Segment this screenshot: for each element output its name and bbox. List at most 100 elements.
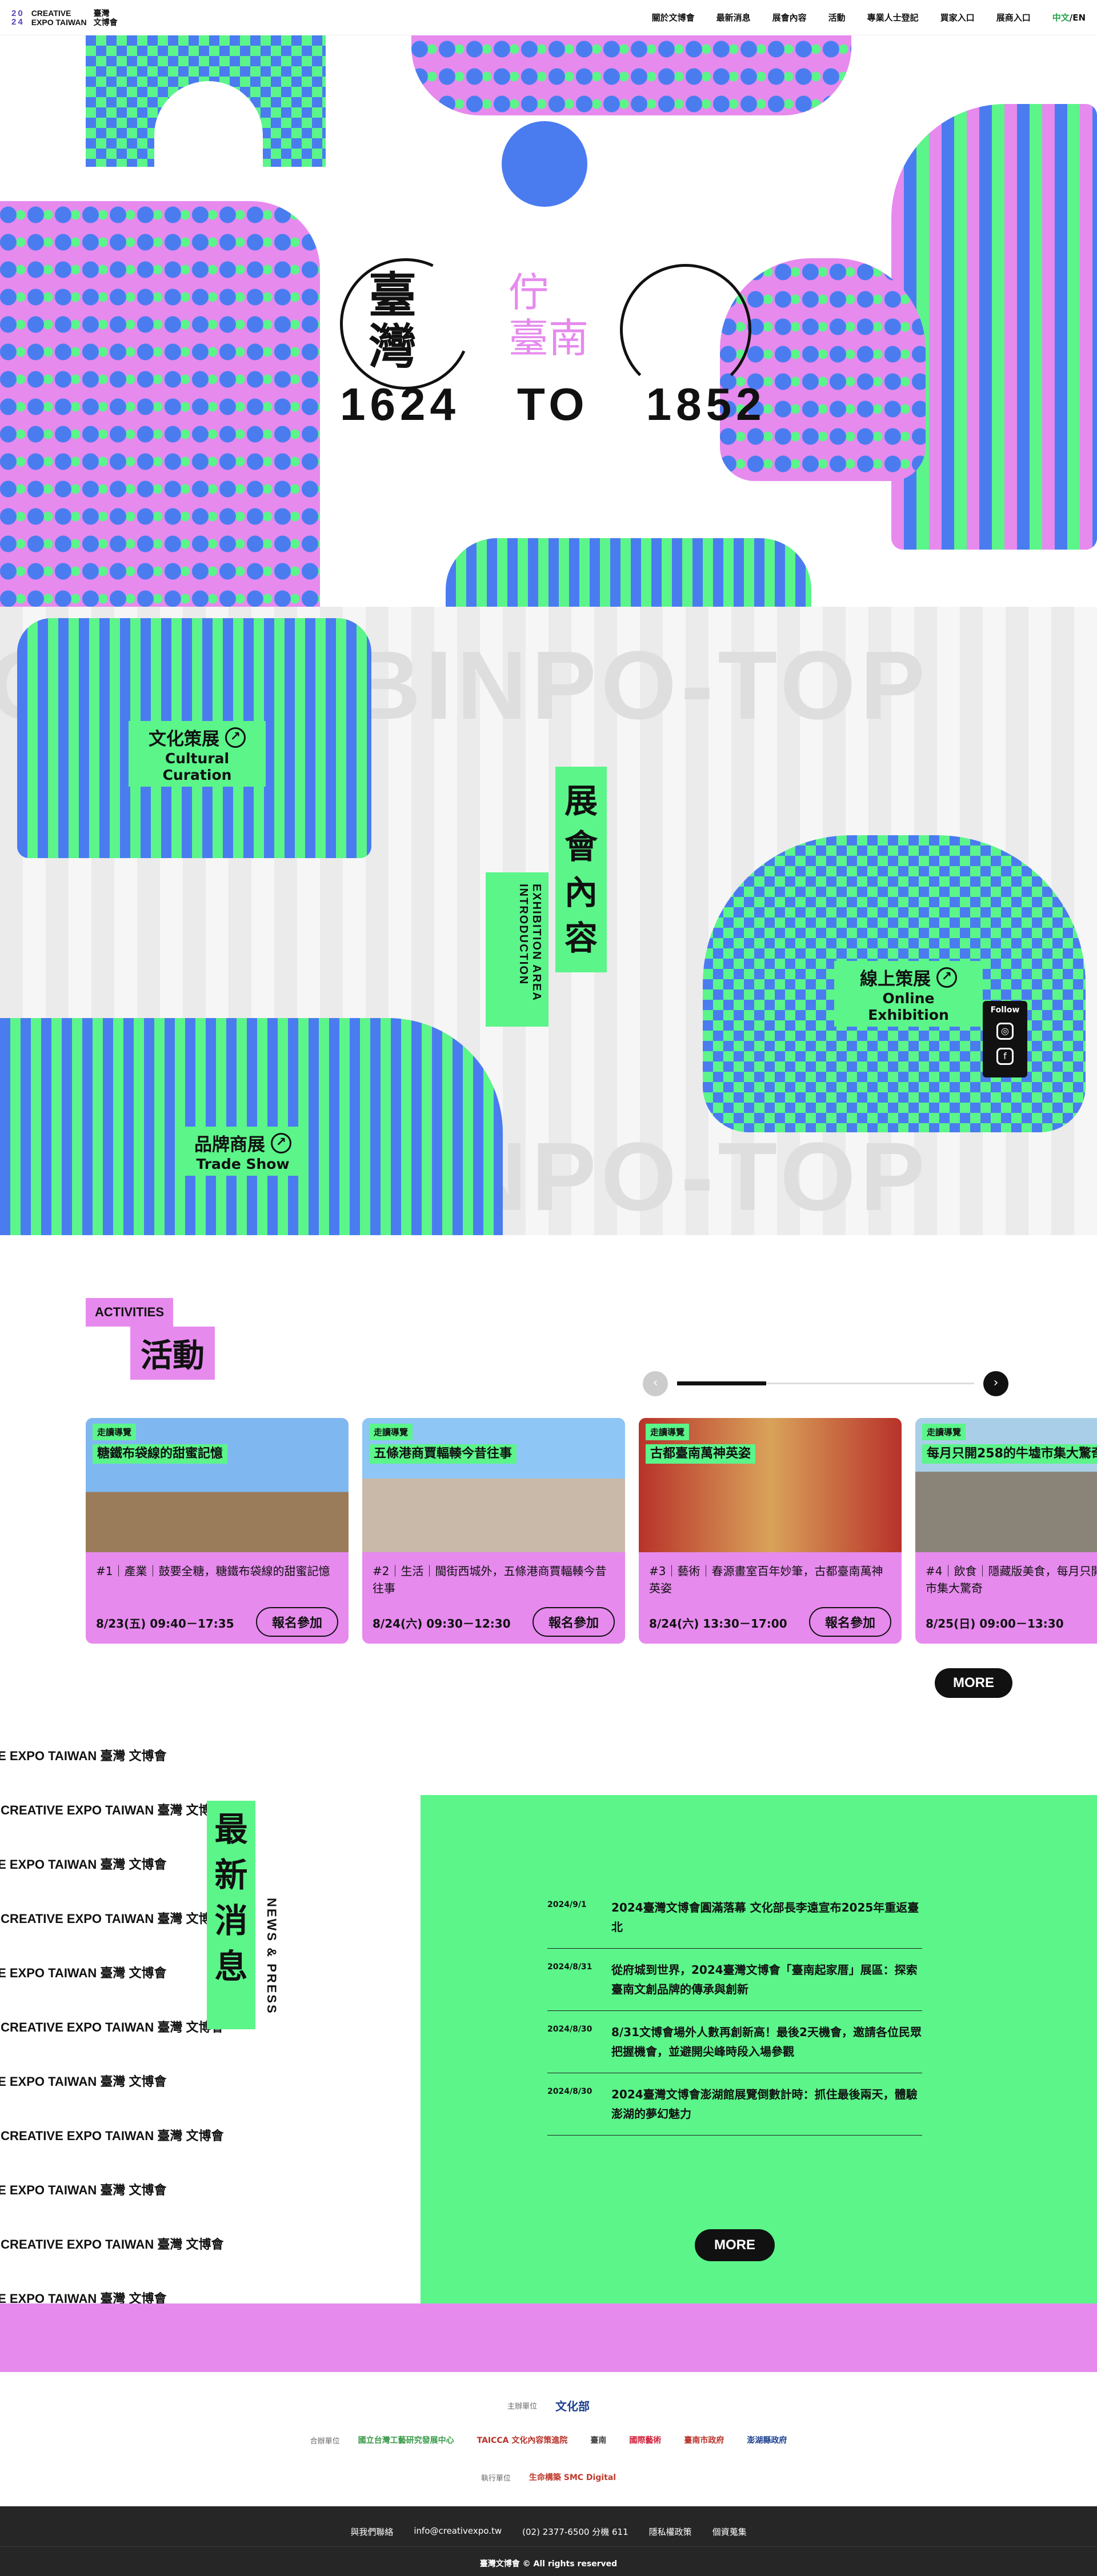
activity-card[interactable]: 走讀導覽 古都臺南萬神英姿 #3｜藝術｜春源畫室百年妙筆，古都臺南萬神英姿 8/… bbox=[639, 1418, 902, 1644]
activity-card[interactable]: 走讀導覽 每月只開258的牛墟市集大驚奇 #4｜飲食｜隱藏版美食，每月只開258… bbox=[915, 1418, 1097, 1644]
nav-professional-register[interactable]: 專業人士登記 bbox=[867, 11, 919, 23]
activity-tag: 走讀導覽 bbox=[93, 1424, 137, 1440]
news-item[interactable]: 2024/8/30 8/31文博會場外人數再創新高！最後2天機會，邀請各位民眾把… bbox=[547, 2011, 922, 2073]
logo-name: CREATIVE EXPO TAIWAN bbox=[31, 8, 87, 27]
news-section: 20 24 CREATIVE EXPO TAIWAN 臺灣 文博會 20 24 … bbox=[0, 1732, 1097, 2372]
co-host-logo[interactable]: 臺南市政府 bbox=[679, 2432, 728, 2448]
activity-card[interactable]: 走讀導覽 五條港商賈輻輳今昔往事 #2｜生活｜閩街西城外，五條港商賈輻輳今昔往事… bbox=[362, 1418, 625, 1644]
news-date: 2024/8/31 bbox=[547, 1962, 592, 1972]
nav-exhibitor-portal[interactable]: 展商入口 bbox=[996, 11, 1031, 23]
slider-prev-button[interactable]: ‹ bbox=[643, 1371, 668, 1396]
register-button[interactable]: 報名參加 bbox=[532, 1607, 615, 1637]
activity-date: 8/23(五) 09:40－17:35 bbox=[96, 1617, 234, 1630]
co-host-logo[interactable]: 國立台灣工藝研究發展中心 bbox=[354, 2432, 459, 2448]
register-button[interactable]: 報名參加 bbox=[255, 1607, 338, 1637]
slider-track[interactable] bbox=[677, 1381, 974, 1385]
activity-desc: #4｜飲食｜隱藏版美食，每月只開258的牛墟市集大驚奇 bbox=[926, 1564, 1097, 1595]
hero-section: 臺 灣 佇 臺南 1624 TO 1852 bbox=[0, 35, 1097, 607]
contact-email[interactable]: info@creativexpo.tw bbox=[414, 2526, 502, 2538]
activity-desc: #3｜藝術｜春源畫室百年妙筆，古都臺南萬神英姿 bbox=[649, 1564, 883, 1595]
cultural-curation-title: 文化策展 bbox=[149, 729, 219, 750]
year-to: TO bbox=[517, 379, 589, 430]
arrow-icon: ↗ bbox=[271, 1132, 291, 1153]
activity-image: 走讀導覽 古都臺南萬神英姿 bbox=[639, 1418, 902, 1552]
hero-cloud-top bbox=[411, 35, 851, 115]
trade-show-en: Trade Show bbox=[196, 1156, 290, 1172]
lang-cn[interactable]: 中文 bbox=[1052, 13, 1070, 23]
activities-more-button[interactable]: MORE bbox=[935, 1668, 1012, 1698]
activity-image: 走讀導覽 五條港商賈輻輳今昔往事 bbox=[362, 1418, 625, 1552]
trade-show-link[interactable]: 品牌商展 ↗ Trade Show bbox=[177, 1127, 309, 1176]
site-header: 20 24 CREATIVE EXPO TAIWAN 臺灣 文博會 關於文博會 … bbox=[0, 0, 1097, 35]
activity-title: 糖鐵布袋線的甜蜜記憶 bbox=[93, 1444, 228, 1464]
contact-phone: (02) 2377-6500 分機 611 bbox=[522, 2527, 628, 2537]
hero-title: 臺 灣 佇 臺南 1624 TO 1852 bbox=[321, 239, 762, 452]
slider-next-button[interactable]: › bbox=[983, 1371, 1008, 1396]
logo-cn: 臺灣 文博會 bbox=[93, 8, 118, 27]
news-item[interactable]: 2024/9/1 2024臺灣文博會圓滿落幕 文化部長李遠宣布2025年重返臺北 bbox=[547, 1886, 922, 1949]
news-item[interactable]: 2024/8/30 2024臺灣文博會澎湖館展覽倒數計時：抓住最後兩天，體驗澎湖… bbox=[547, 2073, 922, 2136]
executor-row: 執行單位 生命構築 SMC Digital bbox=[0, 2469, 1097, 2485]
online-exhibition-en: Online Exhibition bbox=[868, 990, 949, 1023]
co-host-logo[interactable]: TAICCA 文化內容策進院 bbox=[473, 2432, 572, 2448]
cultural-curation-link[interactable]: 文化策展 ↗ Cultural Curation bbox=[129, 721, 266, 787]
news-date: 2024/9/1 bbox=[547, 1900, 587, 1909]
pattern-row: 20 24 CREATIVE EXPO TAIWAN 臺灣 文博會 bbox=[0, 1749, 167, 1763]
news-date: 2024/8/30 bbox=[547, 2087, 592, 2096]
executor-logo[interactable]: 生命構築 SMC Digital bbox=[525, 2469, 620, 2485]
language-switch[interactable]: 中文/EN bbox=[1052, 11, 1086, 23]
hero-circle-outline bbox=[620, 264, 751, 395]
activity-desc: #1｜產業｜鼓要全糖，糖鐵布袋線的甜蜜記憶 bbox=[96, 1564, 330, 1578]
privacy-link[interactable]: 隱私權政策 bbox=[649, 2526, 692, 2538]
news-headline[interactable]: 2024臺灣文博會澎湖館展覽倒數計時：抓住最後兩天，體驗澎湖的夢幻魅力 bbox=[611, 2085, 922, 2124]
host-row: 主辦單位 文化部 bbox=[0, 2395, 1097, 2416]
online-exhibition-title: 線上策展 bbox=[860, 969, 931, 989]
news-more-button[interactable]: MORE bbox=[695, 2229, 775, 2261]
news-item[interactable]: 2024/8/31 從府城到世界，2024臺灣文博會「臺南起家厝」展區：探索臺南… bbox=[547, 1949, 922, 2011]
activity-slider-controls: ‹ › bbox=[643, 1371, 1008, 1396]
nav-activities[interactable]: 活動 bbox=[828, 11, 846, 23]
exhibition-title: 展 會 內 容 bbox=[555, 767, 607, 972]
co-host-logo[interactable]: 國際藝術 bbox=[624, 2432, 666, 2448]
news-title: 最 新 消 息 bbox=[214, 1810, 248, 1986]
news-title-en: NEWS & PRESS bbox=[265, 1898, 279, 2015]
host-logo[interactable]: 文化部 bbox=[551, 2395, 594, 2416]
activity-card[interactable]: 走讀導覽 糖鐵布袋線的甜蜜記憶 #1｜產業｜鼓要全糖，糖鐵布袋線的甜蜜記憶 8/… bbox=[86, 1418, 349, 1644]
slider-thumb[interactable] bbox=[677, 1381, 766, 1385]
hero-pink-text: 佇 臺南 bbox=[509, 269, 588, 362]
register-button[interactable]: 報名參加 bbox=[808, 1607, 891, 1637]
logo-year: 20 24 bbox=[11, 8, 25, 27]
nav-buyer-portal[interactable]: 買家入口 bbox=[940, 11, 975, 23]
activity-date: 8/25(日) 09:00－13:30 bbox=[926, 1617, 1064, 1630]
online-exhibition-link[interactable]: 線上策展 ↗ Online Exhibition bbox=[834, 961, 983, 1027]
hero-years: 1624 TO 1852 bbox=[340, 378, 766, 431]
nav-exhibitions[interactable]: 展會內容 bbox=[772, 11, 807, 23]
contact-label: 與我們聯絡 bbox=[350, 2527, 394, 2537]
instagram-icon[interactable]: ◎ bbox=[996, 1023, 1014, 1040]
year-from: 1624 bbox=[340, 379, 460, 430]
activities-title: 活動 bbox=[130, 1327, 215, 1380]
site-logo[interactable]: 20 24 CREATIVE EXPO TAIWAN 臺灣 文博會 bbox=[11, 9, 118, 27]
nav-about[interactable]: 關於文博會 bbox=[652, 11, 695, 23]
host-label: 主辦單位 bbox=[507, 2402, 537, 2411]
activity-tag: 走讀導覽 bbox=[922, 1424, 966, 1440]
lang-en[interactable]: /EN bbox=[1070, 13, 1086, 23]
facebook-icon[interactable]: f bbox=[996, 1048, 1014, 1065]
news-headline[interactable]: 8/31文博會場外人數再創新高！最後2天機會，邀請各位民眾把握機會，並避開尖峰時… bbox=[611, 2022, 922, 2061]
co-host-label: 合辦單位 bbox=[310, 2437, 340, 2446]
hero-blue-sun bbox=[502, 121, 587, 207]
activities-label-en: ACTIVITIES bbox=[86, 1298, 174, 1327]
hero-bottom-cloud bbox=[446, 538, 811, 607]
co-host-logo[interactable]: 澎湖縣政府 bbox=[742, 2432, 791, 2448]
nav-news[interactable]: 最新消息 bbox=[716, 11, 751, 23]
data-policy-link[interactable]: 個資蒐集 bbox=[712, 2526, 747, 2538]
news-headline[interactable]: 2024臺灣文博會圓滿落幕 文化部長李遠宣布2025年重返臺北 bbox=[611, 1898, 922, 1937]
arrow-icon: ↗ bbox=[225, 727, 246, 748]
year-end: 1852 bbox=[646, 379, 766, 430]
co-host-logo[interactable]: 臺南 bbox=[586, 2432, 611, 2448]
copyright: 臺灣文博會 © All rights reserved bbox=[479, 2559, 618, 2569]
activity-title: 每月只開258的牛墟市集大驚奇 bbox=[922, 1444, 1097, 1464]
social-follow-bar: Follow ◎ f bbox=[983, 1001, 1027, 1077]
news-headline[interactable]: 從府城到世界，2024臺灣文博會「臺南起家厝」展區：探索臺南文創品牌的傳承與創新 bbox=[611, 1960, 922, 1999]
activity-desc: #2｜生活｜閩街西城外，五條港商賈輻輳今昔往事 bbox=[373, 1564, 607, 1595]
